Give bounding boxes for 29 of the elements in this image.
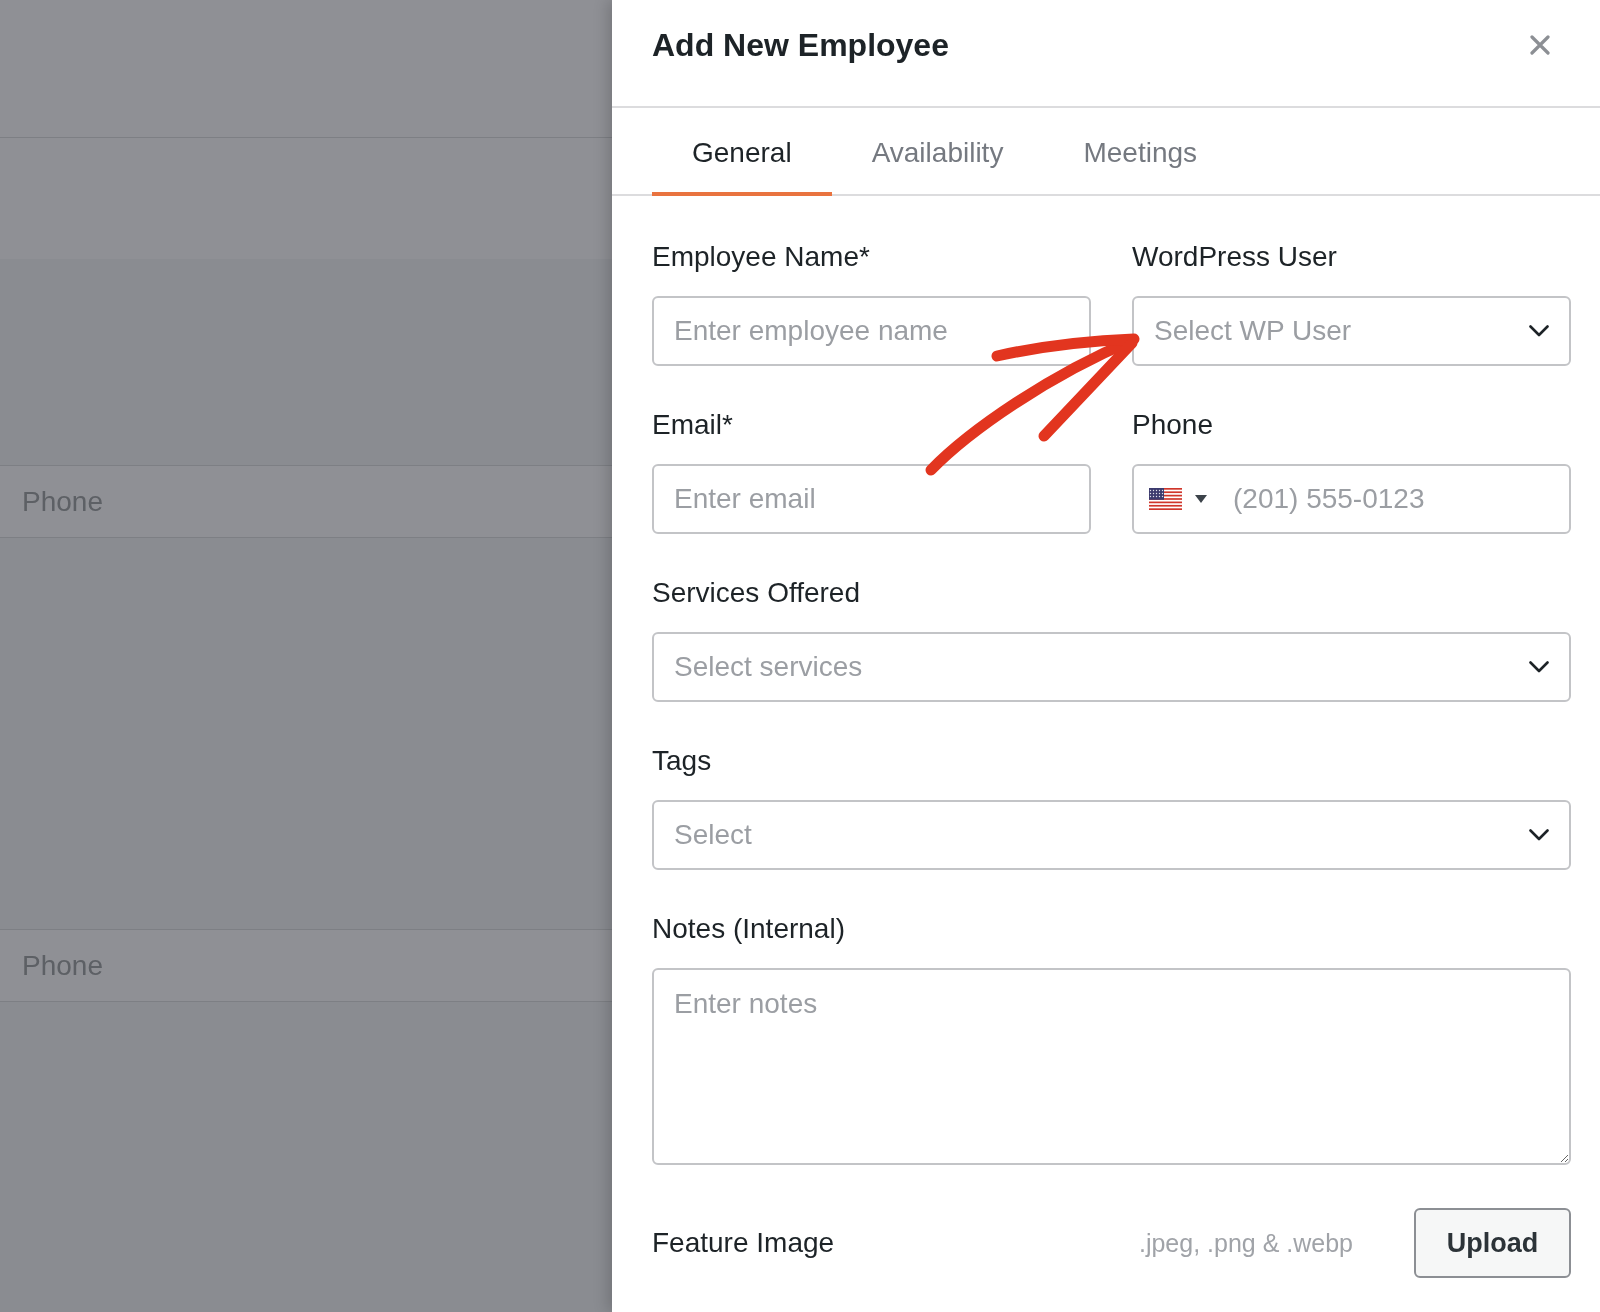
field-label: Feature Image (652, 1226, 835, 1260)
field-label: Phone (1132, 408, 1214, 442)
tab[interactable]: Availability (831, 108, 1044, 196)
select-field[interactable]: Select WP User (1132, 296, 1571, 366)
close-button[interactable] (1530, 35, 1550, 55)
chevron-down-icon (1529, 325, 1549, 337)
chevron-down-icon (1529, 829, 1549, 841)
text-input[interactable]: Enter email (652, 464, 1091, 534)
notes-textarea[interactable]: Enter notes (652, 968, 1571, 1165)
tab[interactable]: General (652, 108, 832, 196)
close-icon (1530, 35, 1550, 55)
field-label: Tags (652, 744, 713, 778)
phone-field[interactable]: (201) 555-0123 (1132, 464, 1571, 534)
tab[interactable]: Meetings (1043, 108, 1238, 196)
panel-title: Add New Employee (652, 26, 949, 65)
flag-icon[interactable] (1149, 488, 1182, 510)
phone-input[interactable]: (201) 555-0123 (1233, 479, 1553, 519)
field-label: WordPress User (1132, 240, 1338, 274)
caret-down-icon[interactable] (1195, 495, 1207, 503)
field-label: Employee Name* (652, 240, 871, 274)
text-input[interactable]: Enter employee name (652, 296, 1091, 366)
chevron-down-icon (1529, 661, 1549, 673)
select-field[interactable]: Select services (652, 632, 1571, 702)
select-field[interactable]: Select (652, 800, 1571, 870)
field-label: Notes (Internal) (652, 912, 846, 946)
field-label: Email* (652, 408, 734, 442)
file-types-hint: .jpeg, .png & .webp (1138, 1228, 1353, 1258)
field-label: Services Offered (652, 576, 862, 610)
upload-button[interactable]: Upload (1414, 1208, 1571, 1278)
